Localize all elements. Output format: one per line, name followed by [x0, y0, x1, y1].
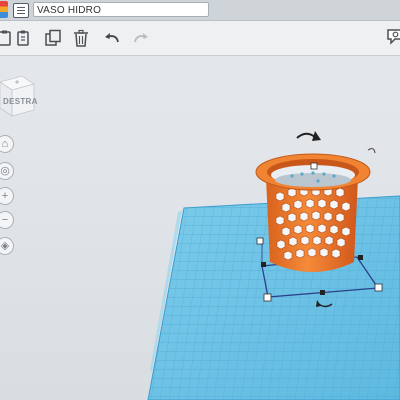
vase-model[interactable] — [255, 153, 371, 272]
corner-handle[interactable] — [261, 262, 266, 267]
tinkercad-editor: VASO HIDRO DESTRA ⌂ ◎ + − ◈ — [0, 0, 400, 400]
corner-handle[interactable] — [320, 290, 325, 295]
rotate-handle-icon[interactable] — [296, 131, 321, 141]
resize-handle[interactable] — [374, 283, 383, 292]
workplane-scene[interactable] — [0, 0, 400, 400]
resize-handle[interactable] — [256, 237, 264, 245]
rotate-handle-icon[interactable] — [367, 147, 376, 154]
resize-handle[interactable] — [263, 293, 272, 302]
height-handle[interactable] — [310, 162, 318, 170]
corner-handle[interactable] — [358, 255, 363, 260]
